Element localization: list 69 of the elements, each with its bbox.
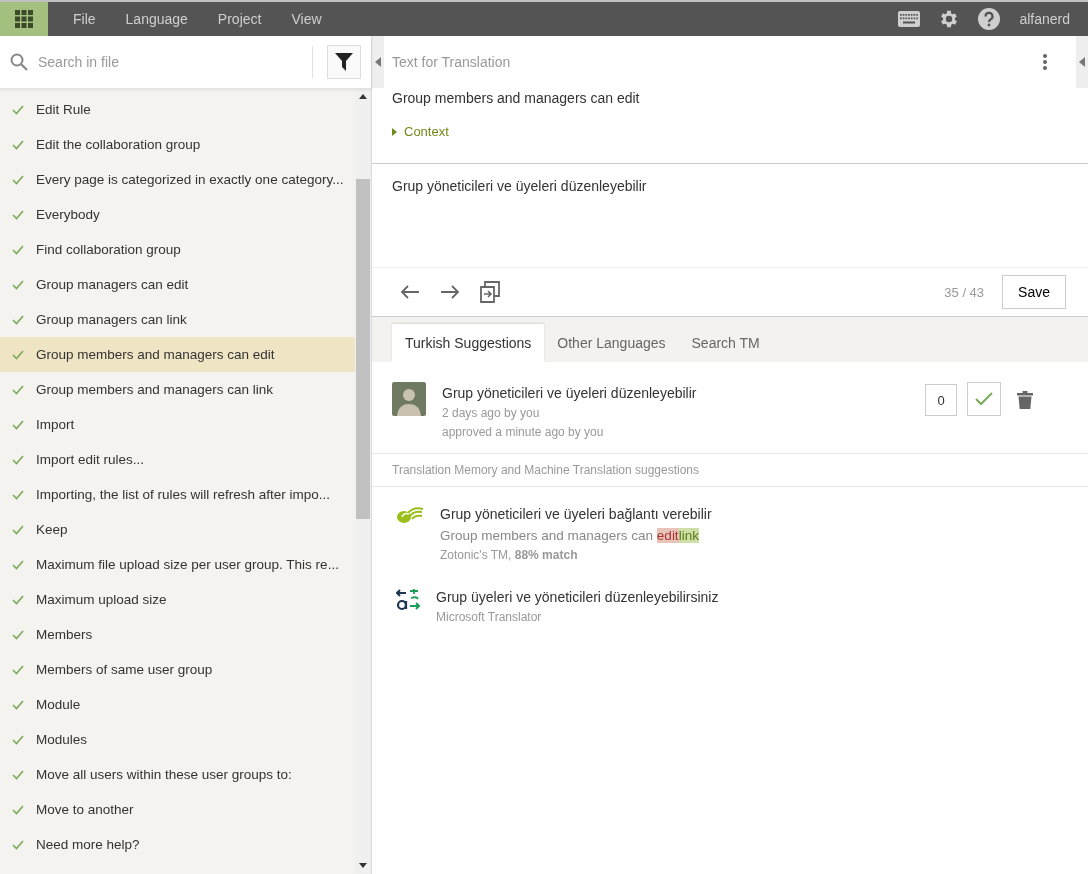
section-heading: Translation Memory and Machine Translation suggestions [372, 454, 1088, 487]
string-list-item[interactable]: Find collaboration group [0, 232, 355, 267]
scrollbar[interactable] [355, 88, 371, 874]
string-list-item[interactable]: Module [0, 687, 355, 722]
string-list-item[interactable]: Members [0, 617, 355, 652]
string-list-item[interactable]: Maximum file upload size per user group. This re... [0, 547, 355, 582]
string-list-item[interactable]: Importing, the list of rules will refresh after impo... [0, 477, 355, 512]
suggestion-origin: Microsoft Translator [436, 610, 543, 624]
suggestion-text: Grup üyeleri ve yöneticileri düzenleyebilirsiniz [436, 589, 720, 605]
suggestion-text: Grup yöneticileri ve üyeleri bağlantı verebilir [440, 506, 713, 522]
string-list-item[interactable]: Every page is categorized in exactly one category... [0, 162, 355, 197]
grid-icon [15, 10, 33, 28]
menu-item[interactable]: File [58, 11, 111, 27]
string-list-item[interactable]: Group managers can link [0, 302, 355, 337]
source-diff: Group members and managers can editlink [440, 528, 700, 543]
string-list-item[interactable]: Members of same user group [0, 652, 355, 687]
swirl-logo-icon [396, 505, 424, 525]
menu-item[interactable]: Project [202, 11, 277, 27]
collapse-handle[interactable] [372, 36, 384, 88]
translate-icon [396, 588, 420, 612]
avatar [392, 382, 426, 416]
suggestion-meta: approved a minute ago by you [442, 425, 605, 439]
string-list-item[interactable]: Import edit rules... [0, 442, 355, 477]
filter-icon [334, 52, 354, 72]
arrow-right-icon[interactable] [440, 284, 460, 300]
trash-icon[interactable] [1017, 391, 1033, 409]
string-list-item[interactable]: Group managers can edit [0, 267, 355, 302]
check-icon [975, 392, 993, 406]
progress-counter: 35 / 43 [944, 284, 985, 300]
panel-title: Text for Translation [392, 54, 511, 70]
string-list-item[interactable]: Group members and managers can edit [0, 337, 355, 372]
tab[interactable]: Search TM [678, 324, 773, 362]
scroll-down-icon[interactable] [359, 863, 367, 869]
suggestion-origin: Zotonic's TM, 88% match [440, 548, 579, 562]
caret-left-icon [1079, 57, 1085, 67]
menu-item[interactable]: Language [110, 11, 203, 27]
vote-count: 0 [925, 384, 957, 416]
filter-button[interactable] [327, 45, 361, 79]
search-icon [10, 53, 28, 71]
context-toggle[interactable]: Context [392, 124, 449, 139]
source-text: Group members and managers can edit [392, 90, 641, 106]
string-list-item[interactable]: Modules [0, 722, 355, 757]
copy-icon[interactable] [480, 281, 500, 303]
keyboard-icon[interactable] [898, 11, 921, 27]
string-list-item[interactable]: Group members and managers can link [0, 372, 355, 407]
save-button[interactable]: Save [1002, 275, 1066, 309]
help-icon[interactable] [978, 8, 1001, 30]
string-list-item[interactable]: Maximum upload size [0, 582, 355, 617]
collapse-handle[interactable] [1076, 36, 1088, 88]
string-list-item[interactable]: Need more help? [0, 827, 355, 862]
scroll-up-icon[interactable] [359, 93, 367, 99]
string-list-item[interactable]: Import [0, 407, 355, 442]
tab[interactable]: Turkish Suggestions [392, 324, 545, 362]
string-list-item[interactable]: Edit the collaboration group [0, 127, 355, 162]
caret-left-icon [375, 57, 381, 67]
string-list-item[interactable]: Move to another [0, 792, 355, 827]
suggestion-meta: 2 days ago by you [442, 406, 541, 420]
menu-item[interactable]: View [276, 11, 337, 27]
caret-right-icon [392, 127, 397, 136]
suggestion-text: Grup yöneticileri ve üyeleri düzenleyebilir [442, 385, 698, 401]
user-name[interactable]: alfanerd [1019, 11, 1070, 27]
string-list-item[interactable]: Edit Rule [0, 92, 355, 127]
string-list-item[interactable]: Move all users within these user groups to: [0, 757, 355, 792]
apps-button[interactable] [0, 2, 48, 36]
string-list-item[interactable]: Keep [0, 512, 355, 547]
arrow-left-icon[interactable] [400, 284, 420, 300]
more-icon[interactable] [1042, 53, 1048, 71]
tab[interactable]: Other Languages [544, 324, 679, 362]
string-list-item[interactable]: Everybody [0, 197, 355, 232]
